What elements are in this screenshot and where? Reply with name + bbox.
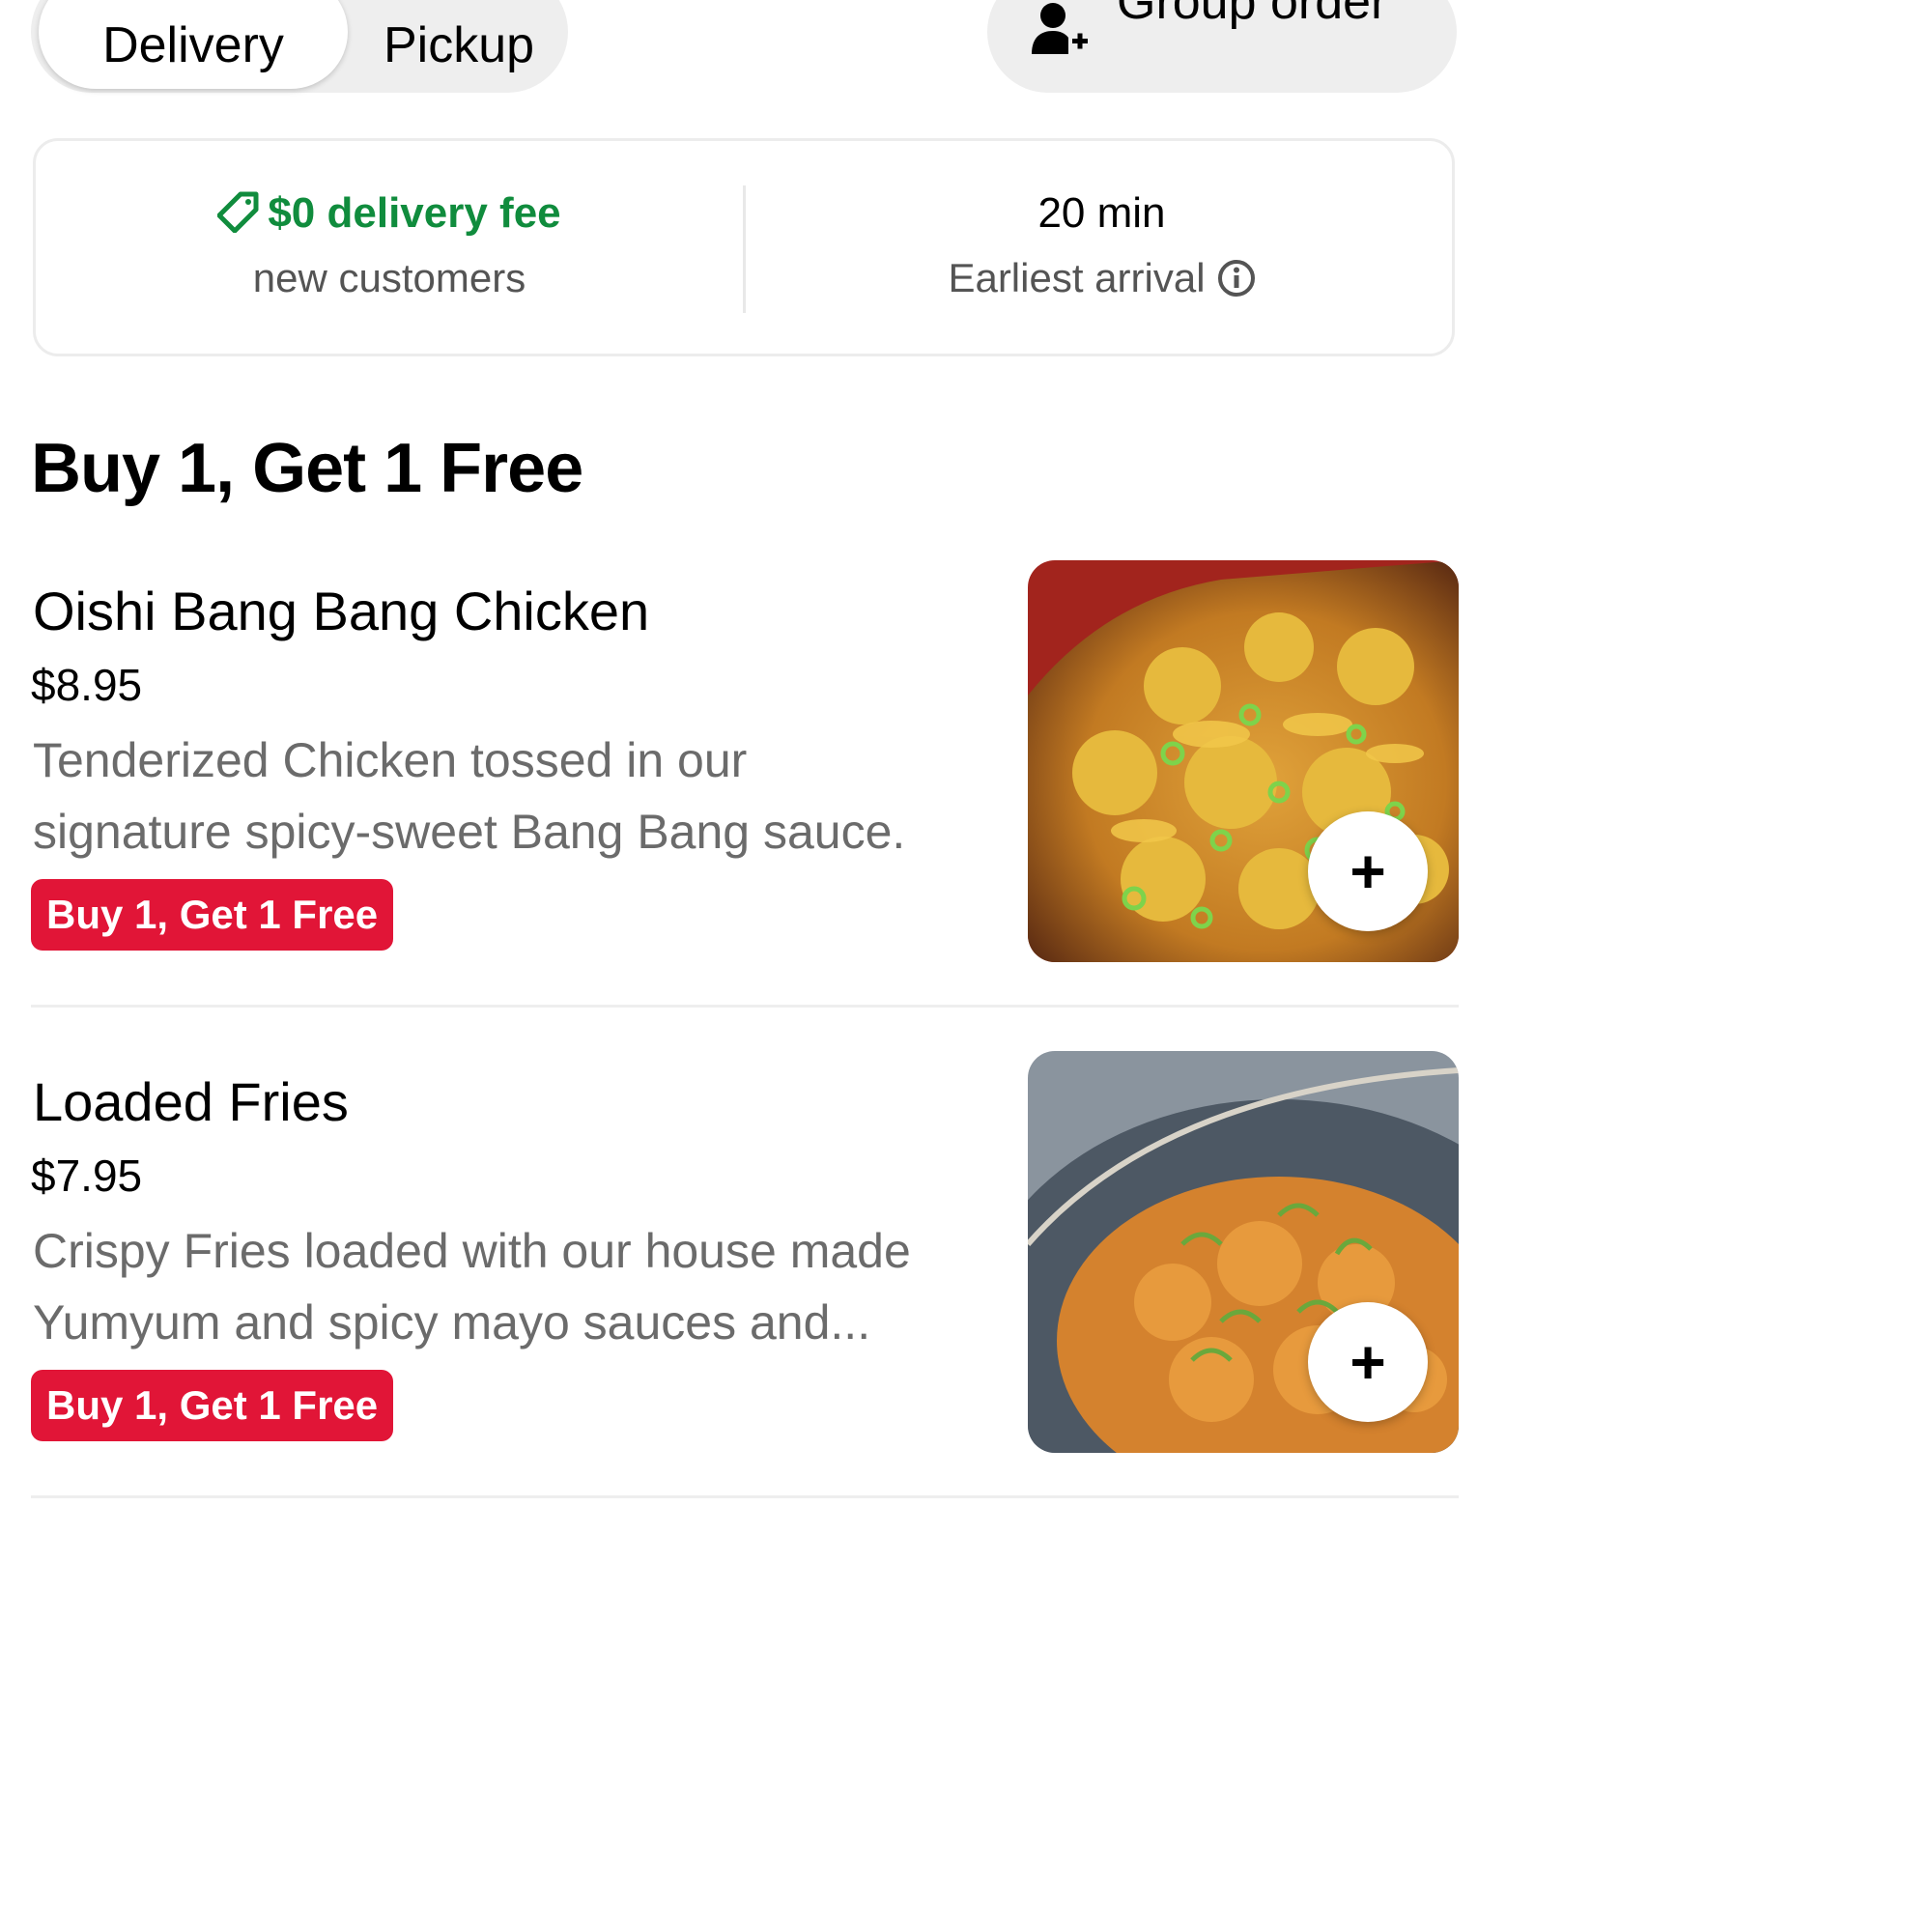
delivery-fee-subtext: new customers: [252, 255, 526, 300]
delivery-info-card: $0 delivery fee new customers 20 min Ear…: [33, 138, 1455, 356]
item-description: Tenderized Chicken tossed in our signatu…: [33, 724, 989, 867]
item-name: Loaded Fries: [33, 1071, 349, 1132]
info-icon[interactable]: [1217, 259, 1256, 298]
promo-badge: Buy 1, Get 1 Free: [31, 879, 394, 951]
add-person-icon: [1032, 3, 1088, 54]
group-order-button[interactable]: Group order: [987, 0, 1457, 93]
pickup-tab[interactable]: Pickup: [350, 0, 568, 93]
item-name: Oishi Bang Bang Chicken: [33, 581, 650, 641]
item-description-line: signature spicy-sweet Bang Bang sauce.: [33, 805, 906, 859]
promo-badge: Buy 1, Get 1 Free: [31, 1370, 394, 1441]
arrival-time: 20 min: [1037, 189, 1166, 237]
price-tag-icon: [217, 191, 259, 233]
item-price: $8.95: [31, 660, 143, 710]
section-title: Buy 1, Get 1 Free: [31, 430, 583, 507]
item-description: Crispy Fries loaded with our house made …: [33, 1215, 989, 1358]
pickup-tab-label: Pickup: [383, 17, 535, 73]
add-to-cart-button[interactable]: +: [1308, 811, 1428, 931]
delivery-tab-label: Delivery: [102, 17, 284, 73]
delivery-fee-label: $0 delivery fee: [268, 189, 561, 237]
item-photo[interactable]: +: [1028, 1051, 1459, 1453]
add-to-cart-button[interactable]: +: [1308, 1302, 1428, 1422]
item-description-line: Tenderized Chicken tossed in our: [33, 733, 748, 787]
arrival-subtext: Earliest arrival: [746, 255, 1458, 301]
item-photo[interactable]: +: [1028, 560, 1459, 962]
item-description-line: Yumyum and spicy mayo sauces and...: [33, 1295, 871, 1350]
delivery-tab[interactable]: Delivery: [39, 0, 348, 89]
delivery-pickup-toggle: Delivery Pickup: [31, 0, 568, 93]
menu-item[interactable]: Loaded Fries $7.95 Crispy Fries loaded w…: [31, 1051, 1459, 1466]
delivery-fee-promo[interactable]: $0 delivery fee: [36, 189, 743, 238]
item-description-line: Crispy Fries loaded with our house made: [33, 1224, 911, 1278]
item-separator: [31, 1005, 1459, 1008]
item-separator: [31, 1495, 1459, 1498]
menu-item[interactable]: Oishi Bang Bang Chicken $8.95 Tenderized…: [31, 560, 1459, 976]
arrival-label: Earliest arrival: [948, 255, 1206, 300]
group-order-label: Group order: [1117, 0, 1388, 30]
item-price: $7.95: [31, 1151, 143, 1201]
